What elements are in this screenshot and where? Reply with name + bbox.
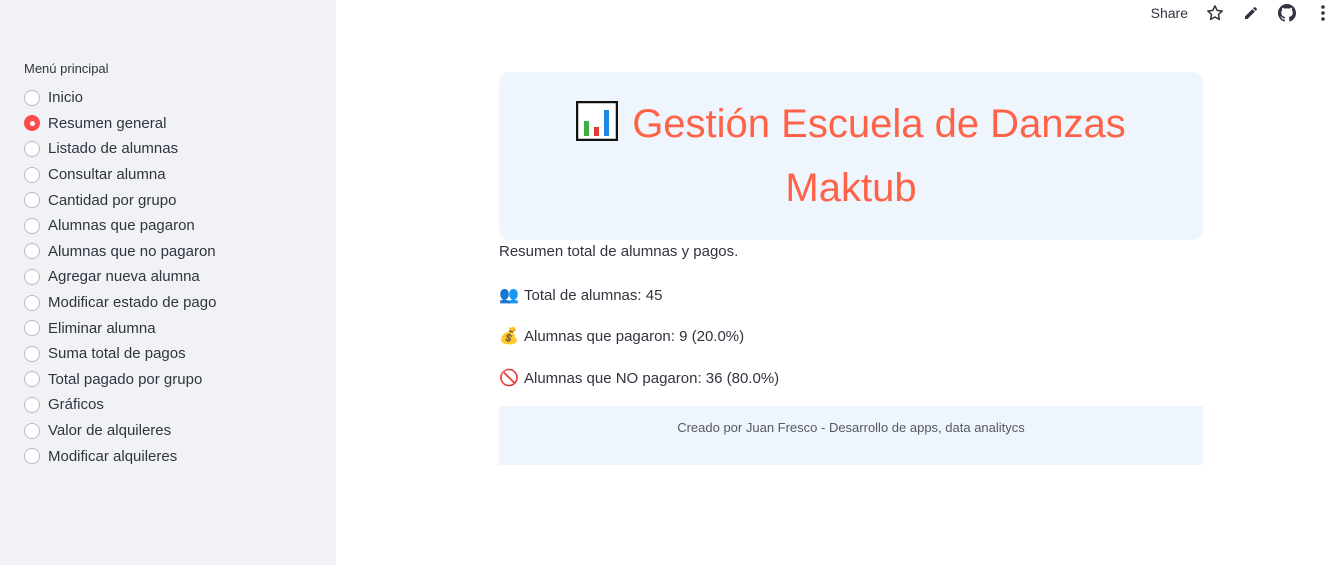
menu-item-label: Modificar alquileres	[48, 447, 178, 465]
sidebar: Menú principal Inicio Resumen general List…	[0, 0, 336, 565]
radio-unchecked-icon[interactable]	[24, 217, 40, 234]
unpaid-students-line: 🚫 Alumnas que NO pagaron: 36 (80.0%)	[499, 368, 779, 388]
menu-item-label: Total pagado por grupo	[48, 370, 203, 388]
menu-item-agregar-nueva-alumna[interactable]: Agregar nueva alumna	[24, 264, 216, 290]
menu-item-label: Resumen general	[48, 114, 167, 132]
menu-item-eliminar-alumna[interactable]: Eliminar alumna	[24, 315, 216, 341]
footer-credit: Creado por Juan Fresco - Desarrollo de a…	[677, 420, 1025, 435]
summary-subtitle: Resumen total de alumnas y pagos.	[499, 243, 739, 260]
total-students-text: Total de alumnas: 45	[524, 286, 663, 304]
menu-item-graficos[interactable]: Gráficos	[24, 392, 216, 418]
menu-item-valor-de-alquileres[interactable]: Valor de alquileres	[24, 418, 216, 444]
menu-item-label: Alumnas que no pagaron	[48, 242, 216, 260]
radio-unchecked-icon[interactable]	[24, 294, 40, 311]
total-students-line: 👥 Total de alumnas: 45	[499, 285, 662, 305]
menu-item-cantidad-por-grupo[interactable]: Cantidad por grupo	[24, 187, 216, 213]
menu-item-label: Consultar alumna	[48, 166, 166, 184]
radio-unchecked-icon[interactable]	[24, 243, 40, 260]
menu-item-label: Agregar nueva alumna	[48, 268, 200, 286]
radio-unchecked-icon[interactable]	[24, 268, 40, 285]
menu-item-listado-de-alumnas[interactable]: Listado de alumnas	[24, 136, 216, 162]
radio-unchecked-icon[interactable]	[24, 89, 40, 106]
menu-item-label: Eliminar alumna	[48, 319, 156, 337]
menu-item-modificar-alquileres[interactable]: Modificar alquileres	[24, 443, 216, 469]
radio-unchecked-icon[interactable]	[24, 140, 40, 157]
money-bag-icon: 💰	[499, 328, 519, 345]
title-line-1: Gestión Escuela de Danzas	[632, 102, 1126, 146]
menu-item-label: Modificar estado de pago	[48, 294, 217, 312]
star-icon[interactable]	[1206, 4, 1224, 22]
edit-pencil-icon[interactable]	[1242, 4, 1260, 22]
menu-item-alumnas-que-no-pagaron[interactable]: Alumnas que no pagaron	[24, 239, 216, 265]
menu-item-resumen-general[interactable]: Resumen general	[24, 111, 216, 137]
main-menu-radio-group: Inicio Resumen general Listado de alumnas C…	[24, 85, 216, 469]
radio-unchecked-icon[interactable]	[24, 422, 40, 439]
menu-item-label: Alumnas que pagaron	[48, 217, 195, 235]
menu-item-consultar-alumna[interactable]: Consultar alumna	[24, 162, 216, 188]
prohibited-icon: 🚫	[499, 370, 519, 387]
title-line-2: Maktub	[785, 166, 917, 210]
radio-unchecked-icon[interactable]	[24, 192, 40, 209]
bar-chart-icon	[576, 101, 619, 141]
share-button[interactable]: Share	[1151, 5, 1188, 21]
radio-unchecked-icon[interactable]	[24, 345, 40, 362]
menu-item-label: Cantidad por grupo	[48, 191, 177, 209]
unpaid-students-text: Alumnas que NO pagaron: 36 (80.0%)	[524, 369, 780, 387]
header-banner: Gestión Escuela de Danzas Maktub	[499, 72, 1203, 240]
more-options-icon[interactable]	[1314, 4, 1332, 22]
radio-unchecked-icon[interactable]	[24, 166, 40, 183]
paid-students-text: Alumnas que pagaron: 9 (20.0%)	[524, 327, 745, 345]
radio-unchecked-icon[interactable]	[24, 320, 40, 337]
github-icon[interactable]	[1278, 4, 1296, 22]
menu-item-label: Valor de alquileres	[48, 422, 172, 440]
menu-item-inicio[interactable]: Inicio	[24, 85, 216, 111]
menu-label: Menú principal	[24, 61, 109, 76]
menu-item-label: Listado de alumnas	[48, 140, 179, 158]
top-toolbar: Share	[1151, 0, 1342, 26]
radio-unchecked-icon[interactable]	[24, 396, 40, 413]
menu-item-total-pagado-por-grupo[interactable]: Total pagado por grupo	[24, 367, 216, 393]
radio-unchecked-icon[interactable]	[24, 371, 40, 388]
menu-item-modificar-estado-de-pago[interactable]: Modificar estado de pago	[24, 290, 216, 316]
radio-checked-icon[interactable]	[24, 115, 40, 132]
radio-unchecked-icon[interactable]	[24, 448, 40, 465]
page-title: Gestión Escuela de Danzas Maktub	[499, 72, 1203, 220]
menu-item-label: Inicio	[48, 89, 84, 107]
menu-item-label: Gráficos	[48, 396, 104, 414]
people-icon: 👥	[499, 287, 519, 304]
footer: Creado por Juan Fresco - Desarrollo de a…	[499, 406, 1203, 465]
paid-students-line: 💰 Alumnas que pagaron: 9 (20.0%)	[499, 326, 744, 346]
menu-item-label: Suma total de pagos	[48, 345, 186, 363]
menu-item-suma-total-de-pagos[interactable]: Suma total de pagos	[24, 341, 216, 367]
menu-item-alumnas-que-pagaron[interactable]: Alumnas que pagaron	[24, 213, 216, 239]
